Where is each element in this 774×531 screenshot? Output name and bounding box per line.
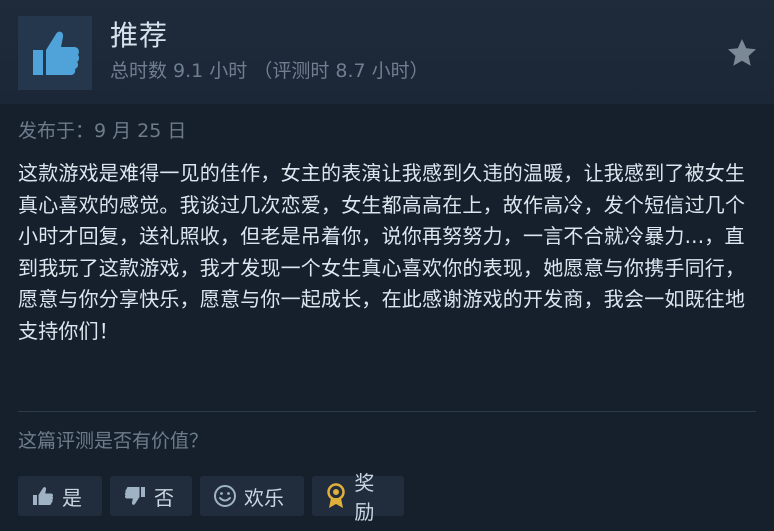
vote-buttons: 是 否 欢乐 奖励	[18, 471, 404, 524]
playtime-hours: 总时数 9.1 小时 （评测时 8.7 小时）	[110, 60, 429, 82]
review-card: 推荐 总时数 9.1 小时 （评测时 8.7 小时） 发布于：9 月 25 日 …	[0, 0, 774, 531]
posted-date: 发布于：9 月 25 日	[18, 120, 187, 142]
vote-yes-button[interactable]: 是	[18, 476, 102, 516]
vote-no-label: 否	[154, 485, 174, 510]
smiley-icon	[212, 483, 238, 509]
vote-yes-label: 是	[62, 485, 82, 510]
helpful-question: 这篇评测是否有价值？	[18, 430, 209, 452]
award-medal-icon	[324, 483, 348, 509]
vote-funny-button[interactable]: 欢乐	[200, 476, 304, 516]
review-header: 推荐 总时数 9.1 小时 （评测时 8.7 小时）	[0, 0, 774, 104]
review-text: 这款游戏是难得一见的佳作，女主的表演让我感到久违的温暖，让我感到了被女生真心喜欢…	[18, 161, 746, 343]
vote-funny-label: 欢乐	[244, 485, 284, 510]
thumbs-up-icon	[30, 483, 56, 509]
thumbs-down-icon	[122, 483, 148, 509]
divider	[18, 411, 756, 412]
review-verdict-title: 推荐	[110, 19, 169, 52]
recommend-thumbs-up-icon	[18, 16, 92, 90]
vote-no-button[interactable]: 否	[110, 476, 192, 516]
award-label: 奖励	[354, 471, 375, 524]
award-button[interactable]: 奖励	[312, 471, 404, 524]
star-icon[interactable]	[726, 37, 758, 69]
